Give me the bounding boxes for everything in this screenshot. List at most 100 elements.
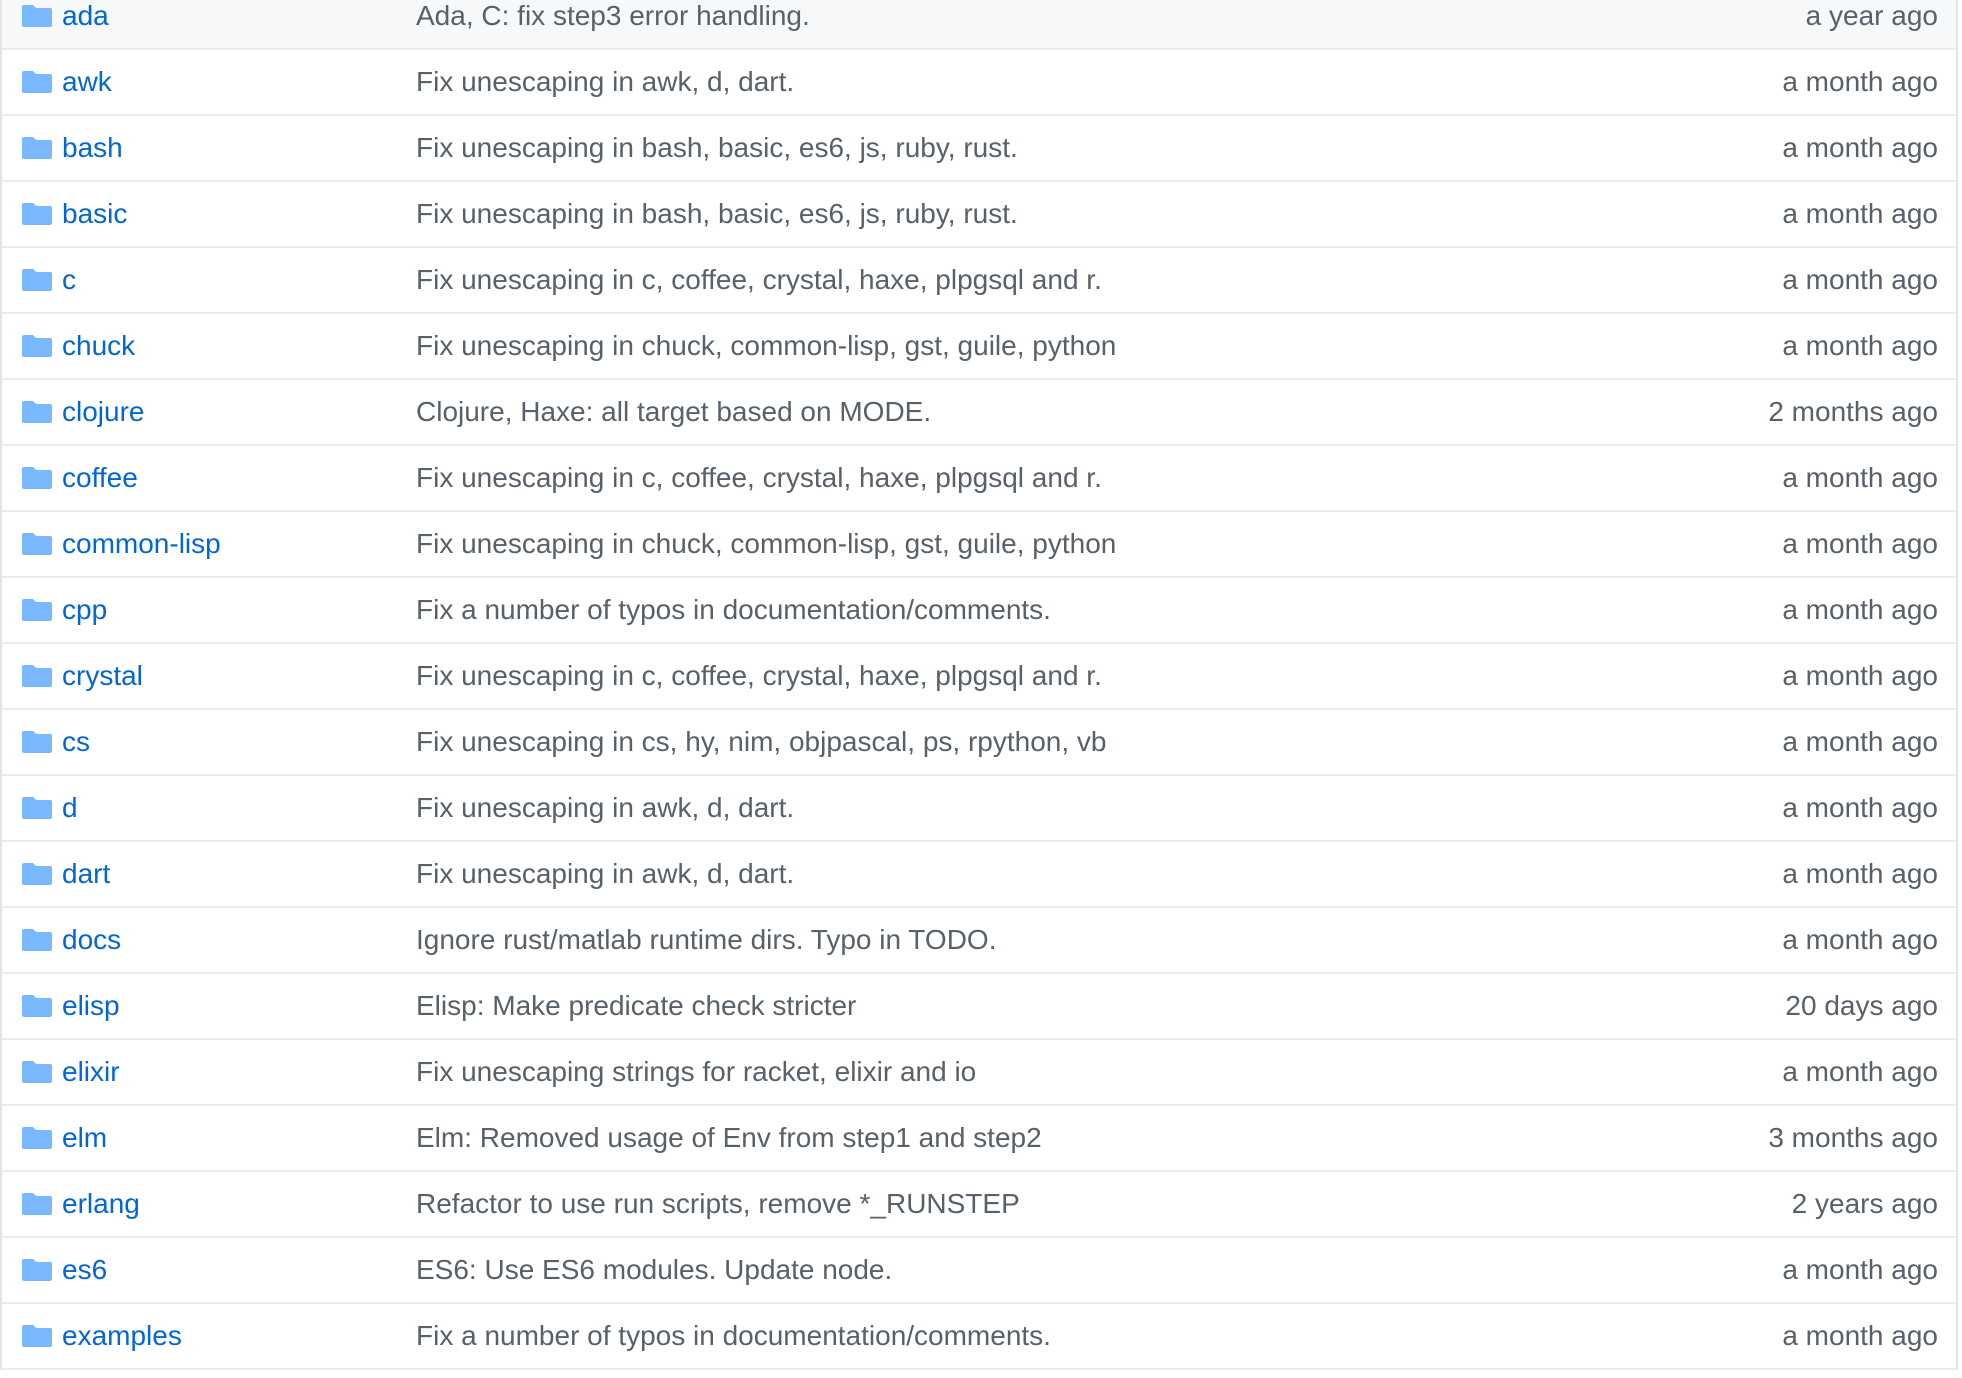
commit-age: 2 years ago (1791, 1188, 1938, 1219)
folder-icon (22, 1325, 52, 1347)
folder-link[interactable]: erlang (62, 1172, 140, 1236)
folder-icon (22, 665, 52, 687)
commit-message-link[interactable]: Clojure, Haxe: all target based on MODE. (416, 380, 931, 444)
folder-icon (22, 137, 52, 159)
folder-link[interactable]: chuck (62, 314, 135, 378)
folder-icon (22, 1061, 52, 1083)
table-row: erlang Refactor to use run scripts, remo… (2, 1172, 1956, 1238)
folder-icon (22, 467, 52, 489)
folder-link[interactable]: elisp (62, 974, 120, 1038)
table-row: bash Fix unescaping in bash, basic, es6,… (2, 116, 1956, 182)
folder-link[interactable]: cpp (62, 578, 107, 642)
table-row: d Fix unescaping in awk, d, dart. a mont… (2, 776, 1956, 842)
table-row: docs Ignore rust/matlab runtime dirs. Ty… (2, 908, 1956, 974)
commit-message-link[interactable]: Fix a number of typos in documentation/c… (416, 578, 1051, 642)
commit-message-link[interactable]: ES6: Use ES6 modules. Update node. (416, 1238, 892, 1302)
folder-link[interactable]: clojure (62, 380, 144, 444)
commit-age: a month ago (1782, 726, 1938, 757)
folder-link[interactable]: bash (62, 116, 123, 180)
folder-link[interactable]: coffee (62, 446, 138, 510)
table-row: elixir Fix unescaping strings for racket… (2, 1040, 1956, 1106)
folder-icon (22, 1127, 52, 1149)
table-row: examples Fix a number of typos in docume… (2, 1304, 1956, 1370)
table-row: ada Ada, C: fix step3 error handling. a … (2, 0, 1956, 50)
commit-age: a month ago (1782, 1056, 1938, 1087)
folder-icon (22, 797, 52, 819)
folder-link[interactable]: d (62, 776, 78, 840)
commit-age: a month ago (1782, 132, 1938, 163)
commit-message-link[interactable]: Fix unescaping in awk, d, dart. (416, 50, 794, 114)
commit-age: 2 months ago (1768, 396, 1938, 427)
commit-message-link[interactable]: Elisp: Make predicate check stricter (416, 974, 856, 1038)
folder-link[interactable]: es6 (62, 1238, 107, 1302)
commit-age: a month ago (1782, 924, 1938, 955)
commit-age: a month ago (1782, 1320, 1938, 1351)
commit-message-link[interactable]: Ignore rust/matlab runtime dirs. Typo in… (416, 908, 996, 972)
folder-icon (22, 863, 52, 885)
table-row: cpp Fix a number of typos in documentati… (2, 578, 1956, 644)
table-row: es6 ES6: Use ES6 modules. Update node. a… (2, 1238, 1956, 1304)
commit-message-link[interactable]: Refactor to use run scripts, remove *_RU… (416, 1172, 1020, 1236)
folder-link[interactable]: awk (62, 50, 112, 114)
table-row: basic Fix unescaping in bash, basic, es6… (2, 182, 1956, 248)
table-row: elisp Elisp: Make predicate check strict… (2, 974, 1956, 1040)
commit-age: a month ago (1782, 264, 1938, 295)
file-list: ada Ada, C: fix step3 error handling. a … (0, 0, 1958, 1370)
table-row: coffee Fix unescaping in c, coffee, crys… (2, 446, 1956, 512)
folder-link[interactable]: cs (62, 710, 90, 774)
commit-age: 3 months ago (1768, 1122, 1938, 1153)
commit-age: a month ago (1782, 462, 1938, 493)
commit-message-link[interactable]: Fix unescaping in c, coffee, crystal, ha… (416, 644, 1102, 708)
commit-message-link[interactable]: Fix unescaping strings for racket, elixi… (416, 1040, 976, 1104)
table-row: chuck Fix unescaping in chuck, common-li… (2, 314, 1956, 380)
table-row: cs Fix unescaping in cs, hy, nim, objpas… (2, 710, 1956, 776)
table-row: dart Fix unescaping in awk, d, dart. a m… (2, 842, 1956, 908)
commit-message-link[interactable]: Fix unescaping in c, coffee, crystal, ha… (416, 248, 1102, 312)
folder-icon (22, 599, 52, 621)
commit-message-link[interactable]: Fix a number of typos in documentation/c… (416, 1304, 1051, 1368)
folder-icon (22, 401, 52, 423)
commit-age: a month ago (1782, 330, 1938, 361)
folder-icon (22, 929, 52, 951)
commit-message-link[interactable]: Ada, C: fix step3 error handling. (416, 0, 810, 48)
commit-message-link[interactable]: Fix unescaping in awk, d, dart. (416, 776, 794, 840)
folder-icon (22, 269, 52, 291)
table-row: common-lisp Fix unescaping in chuck, com… (2, 512, 1956, 578)
folder-icon (22, 203, 52, 225)
commit-message-link[interactable]: Fix unescaping in bash, basic, es6, js, … (416, 182, 1018, 246)
commit-age: a month ago (1782, 1254, 1938, 1285)
table-row: awk Fix unescaping in awk, d, dart. a mo… (2, 50, 1956, 116)
folder-link[interactable]: elm (62, 1106, 107, 1170)
commit-message-link[interactable]: Fix unescaping in c, coffee, crystal, ha… (416, 446, 1102, 510)
folder-icon (22, 5, 52, 27)
folder-link[interactable]: ada (62, 0, 109, 48)
commit-message-link[interactable]: Fix unescaping in chuck, common-lisp, gs… (416, 512, 1116, 576)
table-row: c Fix unescaping in c, coffee, crystal, … (2, 248, 1956, 314)
folder-icon (22, 71, 52, 93)
commit-age: a month ago (1782, 792, 1938, 823)
folder-icon (22, 1193, 52, 1215)
folder-link[interactable]: common-lisp (62, 512, 221, 576)
commit-age: a month ago (1782, 858, 1938, 889)
table-row: crystal Fix unescaping in c, coffee, cry… (2, 644, 1956, 710)
folder-link[interactable]: dart (62, 842, 110, 906)
commit-message-link[interactable]: Fix unescaping in cs, hy, nim, objpascal… (416, 710, 1106, 774)
folder-icon (22, 995, 52, 1017)
folder-link[interactable]: docs (62, 908, 121, 972)
commit-age: 20 days ago (1785, 990, 1938, 1021)
commit-age: a year ago (1805, 0, 1938, 31)
folder-link[interactable]: crystal (62, 644, 143, 708)
commit-message-link[interactable]: Elm: Removed usage of Env from step1 and… (416, 1106, 1042, 1170)
table-row: elm Elm: Removed usage of Env from step1… (2, 1106, 1956, 1172)
commit-message-link[interactable]: Fix unescaping in chuck, common-lisp, gs… (416, 314, 1116, 378)
commit-age: a month ago (1782, 528, 1938, 559)
commit-message-link[interactable]: Fix unescaping in bash, basic, es6, js, … (416, 116, 1018, 180)
commit-message-link[interactable]: Fix unescaping in awk, d, dart. (416, 842, 794, 906)
folder-link[interactable]: basic (62, 182, 127, 246)
folder-link[interactable]: elixir (62, 1040, 120, 1104)
folder-link[interactable]: c (62, 248, 76, 312)
folder-icon (22, 533, 52, 555)
commit-age: a month ago (1782, 660, 1938, 691)
commit-age: a month ago (1782, 594, 1938, 625)
folder-link[interactable]: examples (62, 1304, 182, 1368)
